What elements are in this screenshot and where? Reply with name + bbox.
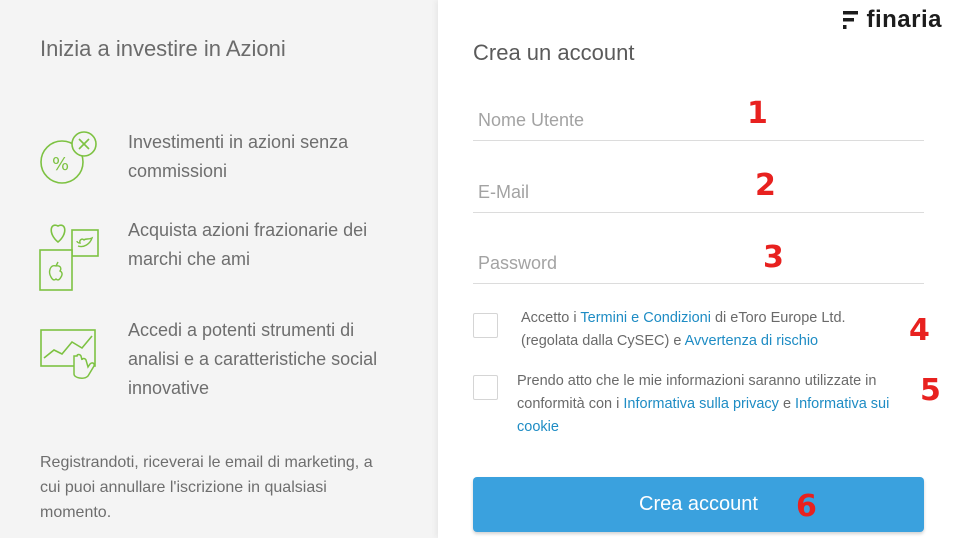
create-account-button[interactable]: Crea account [473,477,924,532]
brands-fractional-icon [39,224,99,291]
password-input[interactable] [473,243,924,283]
chart-touch-icon [40,329,96,379]
email-input[interactable] [473,172,924,212]
feature-fractional: Acquista azioni frazionarie dei marchi c… [38,216,398,306]
marker-2: 2 [755,168,776,203]
feature-text: Accedi a potenti strumenti di analisi e … [128,320,378,398]
percent-no-commission-icon: % [40,131,97,184]
svg-text:%: % [52,154,69,175]
feature-no-commission: % Investimenti in azioni senza commissio… [38,128,398,218]
finaria-logo-icon [843,11,859,29]
marketing-note: Registrandoti, riceverai le email di mar… [40,454,373,521]
info-panel: Inizia a investire in Azioni % Investime… [0,0,438,538]
marker-1: 1 [747,96,768,131]
marker-5: 5 [920,373,941,408]
brand-logo[interactable]: finaria [842,6,942,34]
email-field [473,172,924,213]
risk-warning-link[interactable]: Avvertenza di rischio [685,333,819,349]
terms-checkbox[interactable] [473,313,498,338]
form-title: Crea un account [473,40,635,65]
marker-6: 6 [796,489,817,524]
brand-name: finaria [866,6,942,33]
consent-text: e [778,396,796,412]
privacy-consent-text: Prendo atto che le mie informazioni sara… [517,370,909,439]
feature-analysis: Accedi a potenti strumenti di analisi e … [38,316,398,406]
username-input[interactable] [473,100,924,140]
marker-3: 3 [763,240,784,275]
terms-consent-text: Accetto i Termini e Condizioni di eToro … [521,307,881,353]
privacy-checkbox[interactable] [473,375,498,400]
marker-4: 4 [909,313,930,348]
password-field [473,243,924,284]
privacy-policy-link[interactable]: Informativa sulla privacy [623,396,779,412]
consent-text: Accetto i [521,310,581,326]
terms-link[interactable]: Termini e Condizioni [580,310,711,326]
feature-text: Acquista azioni frazionarie dei marchi c… [128,220,368,269]
feature-text: Investimenti in azioni senza commissioni [128,132,349,181]
info-title: Inizia a investire in Azioni [40,36,286,61]
username-field [473,100,924,141]
